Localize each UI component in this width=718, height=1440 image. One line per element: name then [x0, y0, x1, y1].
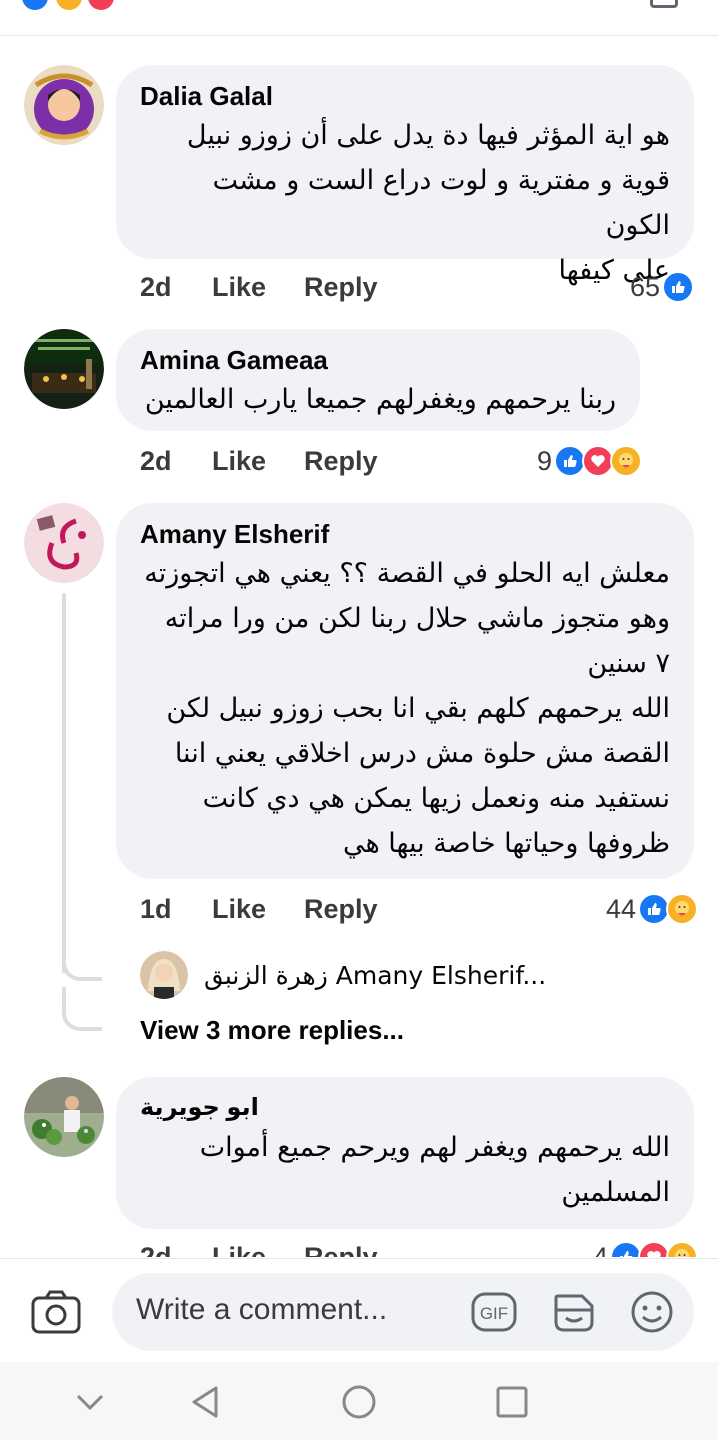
reaction-count: 44: [605, 893, 636, 924]
emoji-icon[interactable]: [628, 1288, 676, 1336]
comment-text: معلش ايه الحلو في القصة ؟؟ يعني هي اتجوز…: [144, 558, 670, 859]
svg-text:GIF: GIF: [480, 1304, 508, 1323]
care-reaction-icon: [666, 1241, 698, 1257]
reply-button[interactable]: Reply: [304, 441, 378, 481]
comment-time[interactable]: 2d: [140, 441, 172, 481]
back-icon[interactable]: [186, 1382, 226, 1422]
like-button[interactable]: Like: [212, 441, 266, 481]
thread-line: [62, 593, 66, 973]
comment-input-placeholder: Write a comment...: [136, 1293, 388, 1326]
chevron-down-icon[interactable]: [70, 1382, 110, 1422]
reaction-count: 65: [629, 271, 660, 302]
top-bar: [0, 0, 718, 36]
comment-author[interactable]: Amina Gameaa: [140, 343, 616, 377]
comment-author[interactable]: ابو جويرية: [140, 1091, 670, 1125]
reply-button[interactable]: Reply: [304, 267, 378, 307]
reply-preview-text: زهرة الزنبق Amany Elsherif...: [204, 960, 547, 990]
reaction-summary-icon: [22, 0, 48, 10]
reaction-summary[interactable]: 4: [593, 1237, 698, 1257]
reaction-count: 9: [536, 445, 552, 476]
care-reaction-icon: [610, 445, 642, 477]
reaction-summary-icon: [56, 0, 82, 10]
avatar[interactable]: [24, 1077, 104, 1157]
recents-icon[interactable]: [492, 1382, 532, 1422]
comment-bubble: ابو جويرية الله يرحمهم ويغفر لهم ويرحم ج…: [116, 1077, 694, 1229]
comment-actions: 2d Like Reply 9: [140, 441, 700, 481]
reaction-summary[interactable]: 44: [606, 889, 698, 929]
comment-text: هو اية المؤثر فيها دة يدل على أن زوزو نب…: [186, 120, 670, 286]
avatar[interactable]: [140, 951, 188, 999]
comments-list: Dalia Galal هو اية المؤثر فيها دة يدل عل…: [0, 37, 718, 1257]
comment-bubble: Amina Gameaa ربنا يرحمهم ويغفرلهم جميعا …: [116, 329, 640, 431]
reaction-count: 4: [592, 1241, 608, 1258]
comment-actions: 1d Like Reply 44: [140, 889, 700, 929]
comment-input[interactable]: Write a comment... GIF: [112, 1273, 694, 1351]
reaction-summary-icon: [88, 0, 114, 10]
reply-button[interactable]: Reply: [304, 889, 378, 929]
like-reaction-icon: [662, 271, 694, 303]
comment-actions: 2d Like Reply 4: [140, 1237, 700, 1257]
comment-bubble: Dalia Galal هو اية المؤثر فيها دة يدل عل…: [116, 65, 694, 286]
comment-text: الله يرحمهم ويغفر لهم ويرحم جميع أموات ا…: [199, 1132, 670, 1208]
reply-button[interactable]: Reply: [304, 1237, 378, 1257]
avatar[interactable]: [24, 329, 104, 409]
thread-connector: [62, 987, 102, 1031]
reply-preview[interactable]: زهرة الزنبق Amany Elsherif...: [140, 951, 546, 999]
comment-author[interactable]: Amany Elsherif: [140, 517, 670, 551]
like-button[interactable]: Like: [212, 889, 266, 929]
system-navigation-bar: [0, 1362, 718, 1440]
comment-composer: Write a comment... GIF: [0, 1258, 718, 1362]
comment-author[interactable]: Dalia Galal: [140, 79, 670, 113]
sticker-icon[interactable]: [550, 1288, 598, 1336]
like-button[interactable]: Like: [212, 1237, 266, 1257]
comment-time[interactable]: 2d: [140, 1237, 172, 1257]
comment-time[interactable]: 2d: [140, 267, 172, 307]
share-icon[interactable]: [650, 0, 678, 8]
reaction-summary[interactable]: 65: [630, 267, 694, 307]
comment-text: ربنا يرحمهم ويغفرلهم جميعا يارب العالمين: [144, 384, 616, 415]
comment-actions: 2d Like Reply 65: [140, 267, 700, 307]
home-icon[interactable]: [339, 1382, 379, 1422]
reaction-summary[interactable]: 9: [537, 441, 642, 481]
avatar[interactable]: [24, 503, 104, 583]
care-reaction-icon: [666, 893, 698, 925]
avatar[interactable]: [24, 65, 104, 145]
camera-icon[interactable]: [30, 1289, 82, 1335]
comment-bubble: Amany Elsherif معلش ايه الحلو في القصة ؟…: [116, 503, 694, 879]
like-button[interactable]: Like: [212, 267, 266, 307]
thread-connector: [62, 937, 102, 981]
view-more-replies-link[interactable]: View 3 more replies...: [140, 1015, 404, 1046]
comment-time[interactable]: 1d: [140, 889, 172, 929]
gif-icon[interactable]: GIF: [470, 1288, 518, 1336]
